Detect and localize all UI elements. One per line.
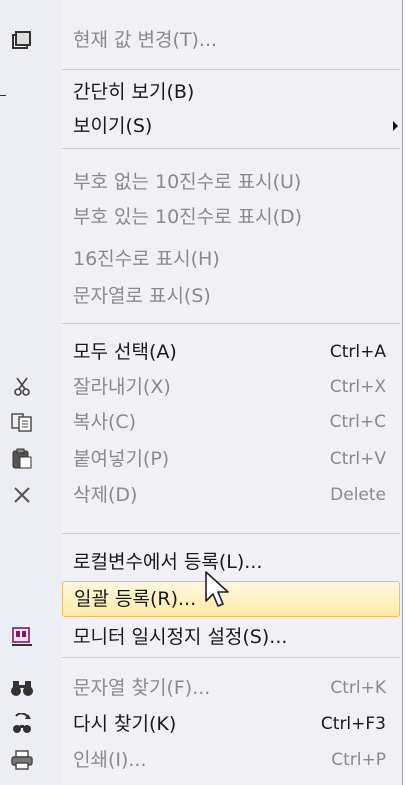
menu-separator bbox=[62, 657, 400, 658]
shortcut-text: Ctrl+F3 bbox=[320, 714, 386, 734]
menu-item-label: 인쇄(I)... bbox=[73, 749, 147, 771]
menu-item-label: 문자열로 표시(S) bbox=[73, 285, 211, 307]
menu-item-label: 삭제(D) bbox=[73, 484, 138, 506]
menu-item-label: 복사(C) bbox=[73, 411, 137, 433]
menu-item-label: 로컬변수에서 등록(L)... bbox=[73, 551, 263, 573]
menu-item-label: 문자열 찾기(F)... bbox=[73, 677, 211, 699]
delete-x-icon bbox=[10, 483, 34, 507]
menu-item-label: 일괄 등록(R)... bbox=[74, 588, 197, 610]
menu-item-label: 모니터 일시정지 설정(S)... bbox=[73, 626, 288, 648]
menu-item-string[interactable]: 문자열로 표시(S) bbox=[0, 276, 400, 316]
shortcut-text: Delete bbox=[330, 485, 386, 505]
menu-item-label: 붙여넣기(P) bbox=[73, 448, 170, 470]
monitor-pause-icon bbox=[10, 625, 34, 649]
shortcut-text: Ctrl+V bbox=[329, 449, 386, 469]
menu-separator bbox=[62, 323, 400, 324]
menu-item-find-string[interactable]: 문자열 찾기(F)... Ctrl+K bbox=[0, 668, 400, 708]
menu-item-print[interactable]: 인쇄(I)... Ctrl+P bbox=[0, 740, 400, 780]
find-again-icon bbox=[10, 712, 34, 736]
menu-item-unsigned-decimal[interactable]: 부호 없는 10진수로 표시(U) bbox=[0, 162, 400, 202]
mouse-pointer-icon bbox=[204, 571, 230, 613]
menu-item-label: 16진수로 표시(H) bbox=[73, 248, 220, 270]
menu-item-signed-decimal[interactable]: 부호 있는 10진수로 표시(D) bbox=[0, 197, 400, 237]
shortcut-text: Ctrl+A bbox=[329, 342, 386, 362]
edit-value-icon bbox=[10, 28, 34, 52]
shortcut-text: Ctrl+P bbox=[331, 750, 386, 770]
menu-item-label: 현재 값 변경(T)... bbox=[73, 29, 218, 51]
submenu-arrow-icon bbox=[393, 121, 398, 131]
scissors-icon bbox=[10, 375, 34, 399]
menu-item-label: 잘라내기(X) bbox=[73, 376, 171, 398]
menu-item-label: 부호 없는 10진수로 표시(U) bbox=[73, 171, 302, 193]
menu-item-monitor-pause[interactable]: 모니터 일시정지 설정(S)... bbox=[0, 617, 400, 657]
menu-item-select-all[interactable]: 모두 선택(A) Ctrl+A bbox=[0, 332, 400, 372]
context-menu: 현재 값 변경(T)... 간단히 보기(B) 보이기(S) 부호 없는 10진… bbox=[0, 0, 403, 785]
binoculars-icon bbox=[10, 676, 34, 700]
menu-item-cut[interactable]: 잘라내기(X) Ctrl+X bbox=[0, 367, 400, 407]
shortcut-text: Ctrl+C bbox=[329, 412, 386, 432]
menu-separator bbox=[62, 533, 400, 534]
menu-item-hex[interactable]: 16진수로 표시(H) bbox=[0, 239, 400, 279]
menu-item-copy[interactable]: 복사(C) Ctrl+C bbox=[0, 402, 400, 442]
menu-item-show[interactable]: 보이기(S) bbox=[0, 106, 400, 146]
menu-item-label: 다시 찾기(K) bbox=[73, 713, 177, 735]
printer-icon bbox=[10, 748, 34, 772]
menu-item-register-local[interactable]: 로컬변수에서 등록(L)... bbox=[0, 542, 400, 582]
menu-item-batch-register[interactable]: 일괄 등록(R)... bbox=[62, 581, 400, 617]
menu-separator bbox=[62, 148, 400, 149]
shortcut-text: Ctrl+K bbox=[330, 678, 386, 698]
menu-item-label: 보이기(S) bbox=[73, 115, 153, 137]
menu-item-label: 부호 있는 10진수로 표시(D) bbox=[73, 206, 303, 228]
shortcut-text: Ctrl+X bbox=[329, 377, 386, 397]
menu-separator bbox=[62, 69, 400, 70]
menu-item-change-value[interactable]: 현재 값 변경(T)... bbox=[0, 20, 400, 60]
paste-icon bbox=[10, 447, 34, 471]
menu-item-label: 모두 선택(A) bbox=[73, 341, 177, 363]
menu-item-paste[interactable]: 붙여넣기(P) Ctrl+V bbox=[0, 439, 400, 479]
menu-item-delete[interactable]: 삭제(D) Delete bbox=[0, 475, 400, 515]
copy-icon bbox=[10, 410, 34, 434]
menu-item-find-again[interactable]: 다시 찾기(K) Ctrl+F3 bbox=[0, 704, 400, 744]
